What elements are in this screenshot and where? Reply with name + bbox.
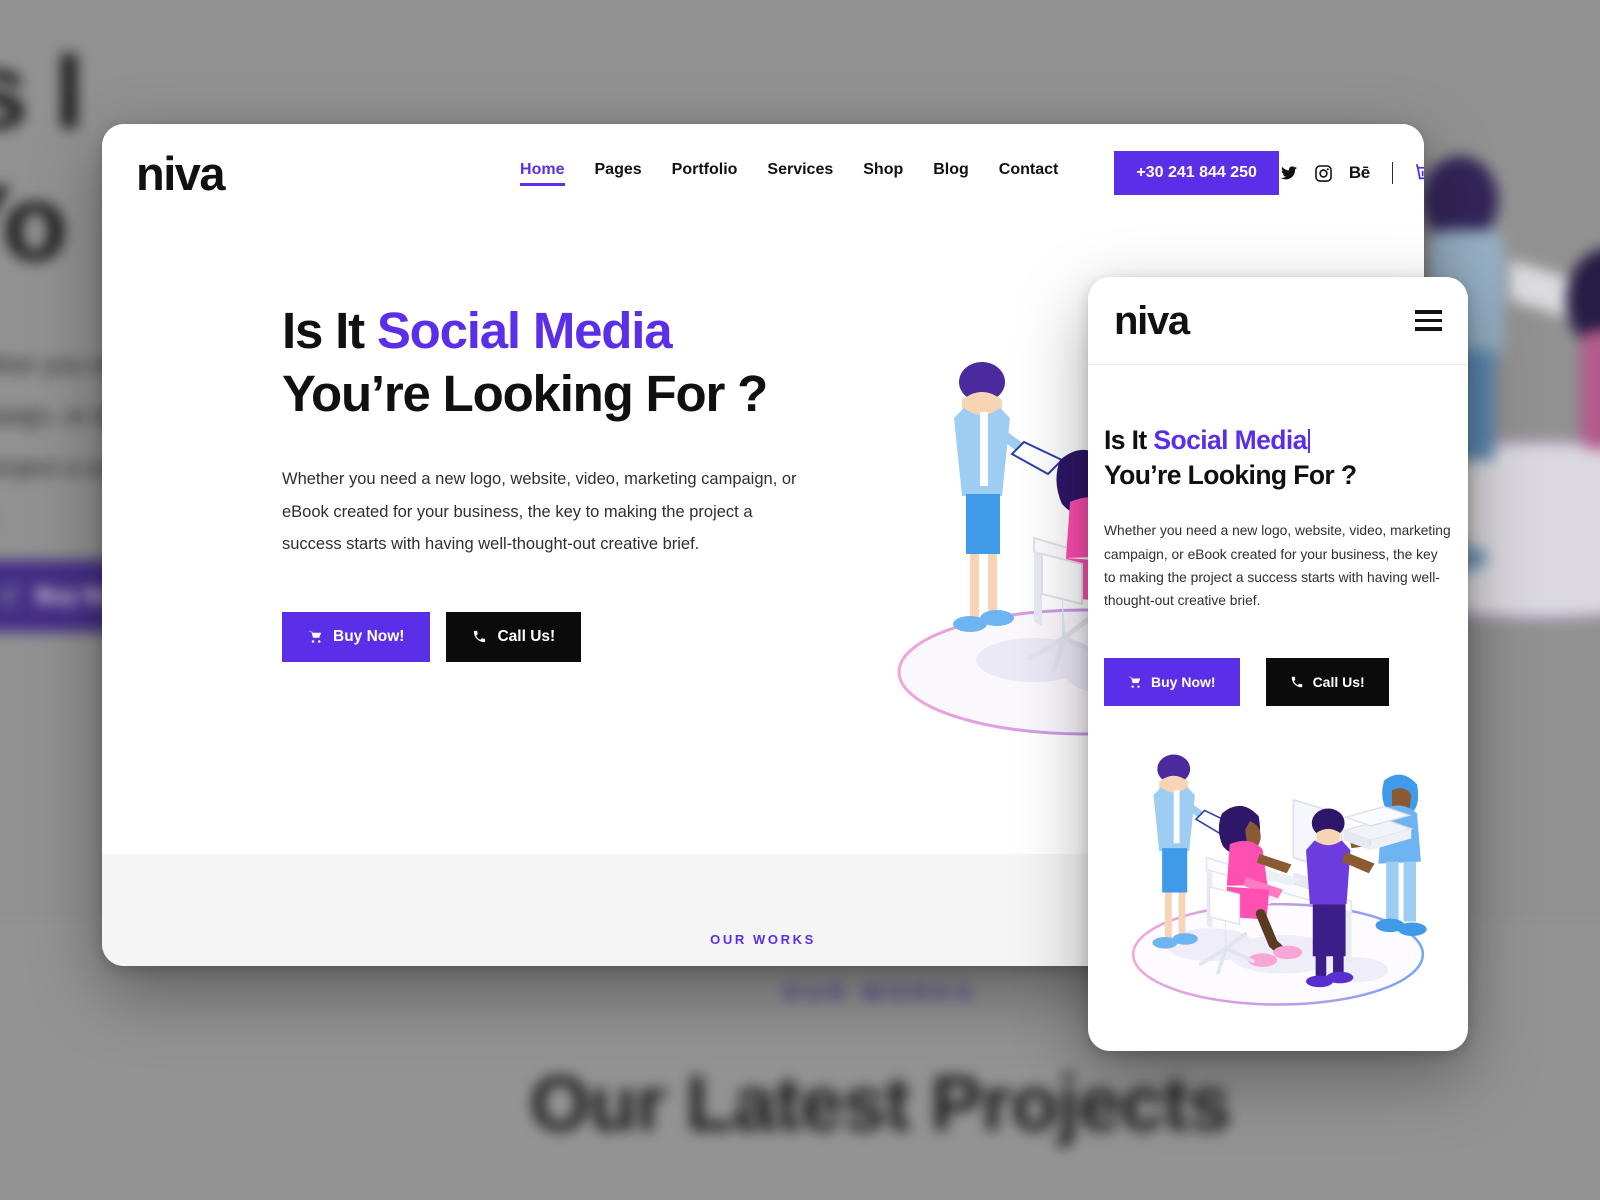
phone-icon-small bbox=[1290, 675, 1304, 689]
mobile-hero-section: Is It Social Media You’re Looking For ? … bbox=[1088, 365, 1468, 1020]
backdrop-headline: Is I Yo bbox=[0, 30, 84, 283]
header-divider bbox=[1391, 162, 1393, 184]
phone-cta-button[interactable]: +30 241 844 250 bbox=[1114, 151, 1279, 195]
call-us-label: Call Us! bbox=[497, 627, 556, 645]
mobile-hero-illustration bbox=[1131, 754, 1427, 1006]
mobile-mockup-card: niva Is It Social Media You’re Looking F… bbox=[1088, 277, 1468, 1051]
instagram-icon[interactable] bbox=[1314, 164, 1333, 183]
call-us-button[interactable]: Call Us! bbox=[446, 611, 582, 662]
mobile-hero-paragraph: Whether you need a new logo, website, vi… bbox=[1104, 523, 1451, 608]
hero-heading-accent: Social Media bbox=[376, 302, 673, 359]
mobile-hero-heading-accent: Social Media bbox=[1153, 425, 1307, 455]
mobile-hero-heading-line2: You’re Looking For ? bbox=[1104, 460, 1357, 491]
mobile-hero-heading: Is It Social Media You’re Looking For ? bbox=[1104, 423, 1452, 493]
nav-item-pages[interactable]: Pages bbox=[595, 161, 642, 186]
mobile-header: niva bbox=[1088, 277, 1468, 365]
hero-heading-line2: You’re Looking For ? bbox=[282, 364, 768, 422]
hero-paragraph: Whether you need a new logo, website, vi… bbox=[282, 470, 797, 553]
cart-icon: 🛒 bbox=[0, 583, 24, 608]
behance-icon[interactable]: Bē bbox=[1349, 163, 1370, 183]
mobile-call-us-button[interactable]: Call Us! bbox=[1265, 658, 1389, 707]
site-logo[interactable]: niva bbox=[136, 150, 226, 197]
nav-item-home[interactable]: Home bbox=[520, 161, 565, 186]
nav-item-portfolio[interactable]: Portfolio bbox=[672, 161, 738, 186]
cart-icon-small bbox=[1128, 675, 1142, 689]
cart-icon-small bbox=[308, 629, 323, 644]
hero-heading-lead: Is It bbox=[282, 302, 377, 359]
mobile-call-us-label: Call Us! bbox=[1312, 674, 1365, 691]
nav-item-contact[interactable]: Contact bbox=[999, 161, 1059, 186]
mobile-site-logo[interactable]: niva bbox=[1114, 301, 1190, 341]
buy-now-label: Buy Now! bbox=[333, 627, 405, 645]
header-utility-group: Bē 0 bbox=[1279, 162, 1424, 185]
nav-item-shop[interactable]: Shop bbox=[863, 161, 903, 186]
mobile-button-row: Buy Now! Call Us! bbox=[1104, 658, 1452, 707]
mobile-buy-now-label: Buy Now! bbox=[1151, 674, 1216, 691]
phone-icon-small bbox=[472, 629, 487, 644]
buy-now-button[interactable]: Buy Now! bbox=[282, 611, 431, 662]
nav-item-blog[interactable]: Blog bbox=[933, 161, 969, 186]
desktop-header: niva Home Pages Portfolio Services Shop … bbox=[102, 124, 1424, 222]
backdrop-works-title: Our Latest Projects bbox=[529, 1059, 1232, 1147]
twitter-icon[interactable] bbox=[1279, 164, 1298, 183]
main-navigation: Home Pages Portfolio Services Shop Blog … bbox=[520, 151, 1279, 195]
nav-item-services[interactable]: Services bbox=[767, 161, 833, 186]
typing-caret bbox=[1307, 429, 1310, 453]
mobile-buy-now-button[interactable]: Buy Now! bbox=[1104, 658, 1240, 707]
mobile-hero-heading-lead: Is It bbox=[1104, 425, 1154, 455]
mobile-hamburger-menu-icon[interactable] bbox=[1415, 310, 1442, 331]
cart-icon[interactable]: 0 bbox=[1415, 162, 1424, 185]
